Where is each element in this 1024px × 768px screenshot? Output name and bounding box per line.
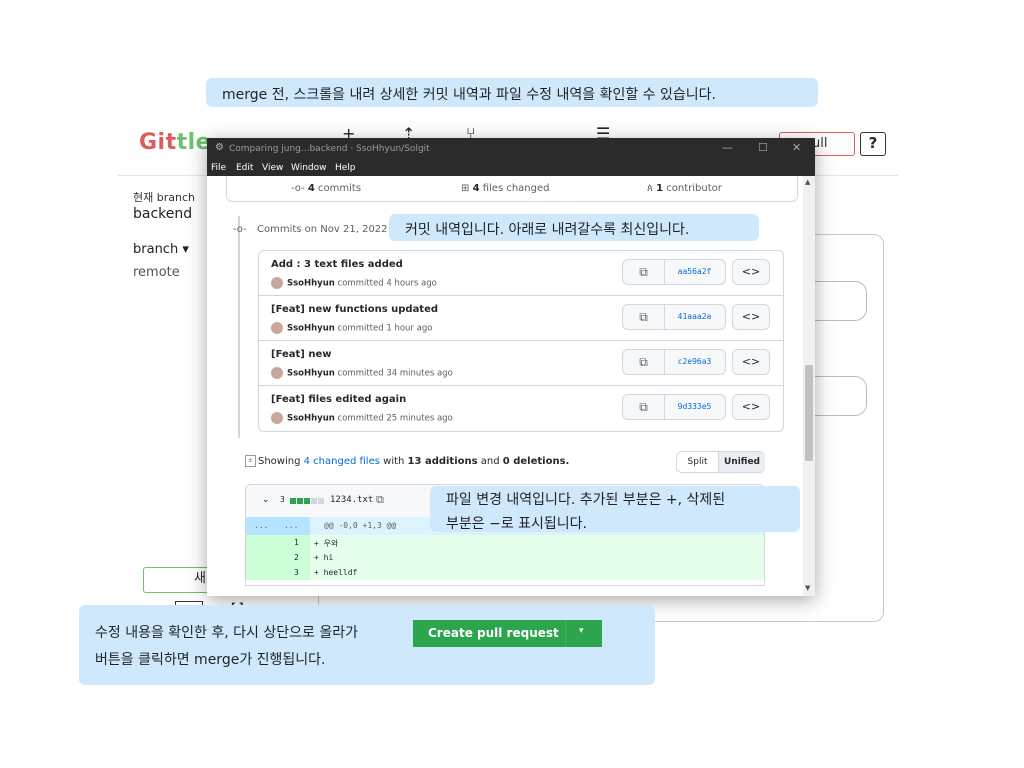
tip-commits: 커밋 내역입니다. 아래로 내려갈수록 최신입니다.	[389, 214, 759, 241]
menu-bar: File Edit View Window Help	[207, 160, 815, 176]
sha-group: ⧉ 41aaa2a	[622, 304, 726, 330]
commit-meta: SsoHhyun committed 25 minutes ago	[271, 412, 453, 424]
split-button[interactable]: Split	[677, 452, 718, 472]
menu-file[interactable]: File	[211, 163, 226, 173]
tip-top-text: merge 전, 스크롤을 내려 상세한 커밋 내역과 파일 수정 내역을 확인…	[222, 87, 716, 103]
commit-row: [Feat] files edited again SsoHhyun commi…	[259, 386, 783, 431]
diff-line: 3 + heelldf	[246, 565, 764, 580]
copy-icon[interactable]: ⧉	[623, 395, 665, 419]
help-button[interactable]: ?	[860, 132, 886, 156]
commit-row: [Feat] new SsoHhyun committed 34 minutes…	[259, 341, 783, 386]
copy-icon[interactable]: ⧉	[623, 305, 665, 329]
diff-line: 1 + 우와	[246, 535, 764, 550]
browse-code-icon[interactable]: <>	[732, 259, 770, 285]
avatar	[271, 322, 283, 334]
maximize-icon[interactable]: ☐	[758, 141, 768, 154]
stats-commits[interactable]: -o- 4 commits	[291, 183, 361, 194]
chevron-down-icon[interactable]: ⌄	[262, 495, 270, 505]
tip-diff-line1: 파일 변경 내역입니다. 추가된 부분은 +, 삭제된	[446, 492, 726, 508]
diff-summary: ± Showing 4 changed files with 13 additio…	[245, 455, 569, 467]
commit-list: Add : 3 text files added SsoHhyun commit…	[258, 250, 784, 432]
line-number[interactable]: 2	[294, 553, 299, 562]
tip-commits-text: 커밋 내역입니다. 아래로 내려갈수록 최신입니다.	[405, 222, 690, 238]
changed-files-link[interactable]: 4 changed files	[304, 456, 380, 467]
current-branch-label: 현재 branch	[133, 191, 195, 204]
sha-group: ⧉ c2e96a3	[622, 349, 726, 375]
commit-sha[interactable]: 41aaa2a	[664, 305, 725, 329]
view-toggle: Split Unified	[676, 451, 765, 473]
browse-code-icon[interactable]: <>	[732, 304, 770, 330]
commit-row: [Feat] new functions updated SsoHhyun co…	[259, 296, 783, 341]
create-pull-request-button[interactable]: Create pull request ▾	[413, 620, 602, 647]
menu-view[interactable]: View	[262, 163, 283, 173]
file-diff-icon: ±	[245, 455, 256, 467]
stats-files[interactable]: ⊞ 4 files changed	[461, 183, 550, 194]
tip-diff: 파일 변경 내역입니다. 추가된 부분은 +, 삭제된 부분은 −로 표시됩니다…	[430, 486, 800, 532]
copy-icon[interactable]: ⧉	[623, 350, 665, 374]
menu-edit[interactable]: Edit	[236, 163, 253, 173]
file-change-count: 3	[280, 495, 285, 504]
unified-button[interactable]: Unified	[718, 452, 765, 472]
sha-group: ⧉ 9d333e5	[622, 394, 726, 420]
commit-sha[interactable]: c2e96a3	[664, 350, 725, 374]
current-branch-value: backend	[133, 206, 193, 222]
commits-on-date: Commits on Nov 21, 2022	[257, 224, 388, 235]
line-code: + 우와	[314, 539, 339, 548]
commit-node-icon: -o-	[233, 224, 247, 235]
app-icon: ⚙	[215, 142, 224, 153]
scroll-down-icon[interactable]: ▼	[805, 584, 810, 592]
line-number[interactable]: 3	[294, 568, 299, 577]
hunk-header: @@ -0,0 +1,3 @@	[324, 521, 397, 530]
browse-code-icon[interactable]: <>	[732, 394, 770, 420]
create-pr-label: Create pull request	[428, 626, 559, 640]
browse-code-icon[interactable]: <>	[732, 349, 770, 375]
tip-bottom-line1: 수정 내용을 확인한 후, 다시 상단으로 올라가	[95, 625, 358, 641]
stats-contributors[interactable]: ጰ 1 contributor	[647, 183, 722, 194]
avatar	[271, 277, 283, 289]
compare-stats: -o- 4 commits ⊞ 4 files changed ጰ 1 cont…	[226, 176, 798, 202]
commit-meta: SsoHhyun committed 4 hours ago	[271, 277, 437, 289]
line-code: + heelldf	[314, 568, 358, 577]
sha-group: ⧉ aa56a2f	[622, 259, 726, 285]
copy-icon[interactable]: ⧉	[623, 260, 665, 284]
commit-meta: SsoHhyun committed 34 minutes ago	[271, 367, 453, 379]
tip-diff-line2: 부분은 −로 표시됩니다.	[446, 516, 588, 532]
scrollbar-thumb[interactable]	[805, 365, 813, 461]
window-title: Comparing jung...backend · SsoHhyun/Solg…	[229, 144, 430, 154]
tip-top: merge 전, 스크롤을 내려 상세한 커밋 내역과 파일 수정 내역을 확인…	[206, 78, 818, 107]
diffstat-bars	[290, 497, 325, 507]
file-name[interactable]: 1234.txt	[330, 495, 373, 505]
copy-path-icon[interactable]: ⧉	[376, 493, 384, 507]
avatar	[271, 367, 283, 379]
app-logo: Gittle	[139, 130, 212, 155]
remote-item[interactable]: remote	[133, 265, 180, 280]
diff-line: 2 + hi	[246, 550, 764, 565]
commit-title[interactable]: [Feat] new	[271, 349, 332, 360]
line-number[interactable]: 1	[294, 538, 299, 547]
menu-help[interactable]: Help	[335, 163, 356, 173]
expand-hunk[interactable]: ... ...	[246, 517, 310, 535]
minimize-icon[interactable]: —	[722, 141, 733, 154]
timeline-line	[238, 216, 240, 438]
commit-title[interactable]: [Feat] files edited again	[271, 394, 406, 405]
tip-bottom-line2: 버튼을 클릭하면 merge가 진행됩니다.	[95, 652, 326, 668]
line-code: + hi	[314, 553, 334, 562]
branch-dropdown[interactable]: branch ▾	[133, 242, 189, 257]
commit-title[interactable]: [Feat] new functions updated	[271, 304, 438, 315]
scroll-up-icon[interactable]: ▲	[805, 178, 810, 186]
new-button[interactable]: 새	[143, 567, 213, 593]
commit-title[interactable]: Add : 3 text files added	[271, 259, 403, 270]
chevron-down-icon[interactable]: ▾	[579, 626, 584, 636]
menu-window[interactable]: Window	[291, 163, 327, 173]
avatar	[271, 412, 283, 424]
commit-sha[interactable]: 9d333e5	[664, 395, 725, 419]
commit-meta: SsoHhyun committed 1 hour ago	[271, 322, 432, 334]
commit-row: Add : 3 text files added SsoHhyun commit…	[259, 251, 783, 296]
close-icon[interactable]: ✕	[792, 141, 801, 154]
commit-sha[interactable]: aa56a2f	[664, 260, 725, 284]
window-titlebar: ⚙ Comparing jung...backend · SsoHhyun/So…	[207, 138, 815, 160]
